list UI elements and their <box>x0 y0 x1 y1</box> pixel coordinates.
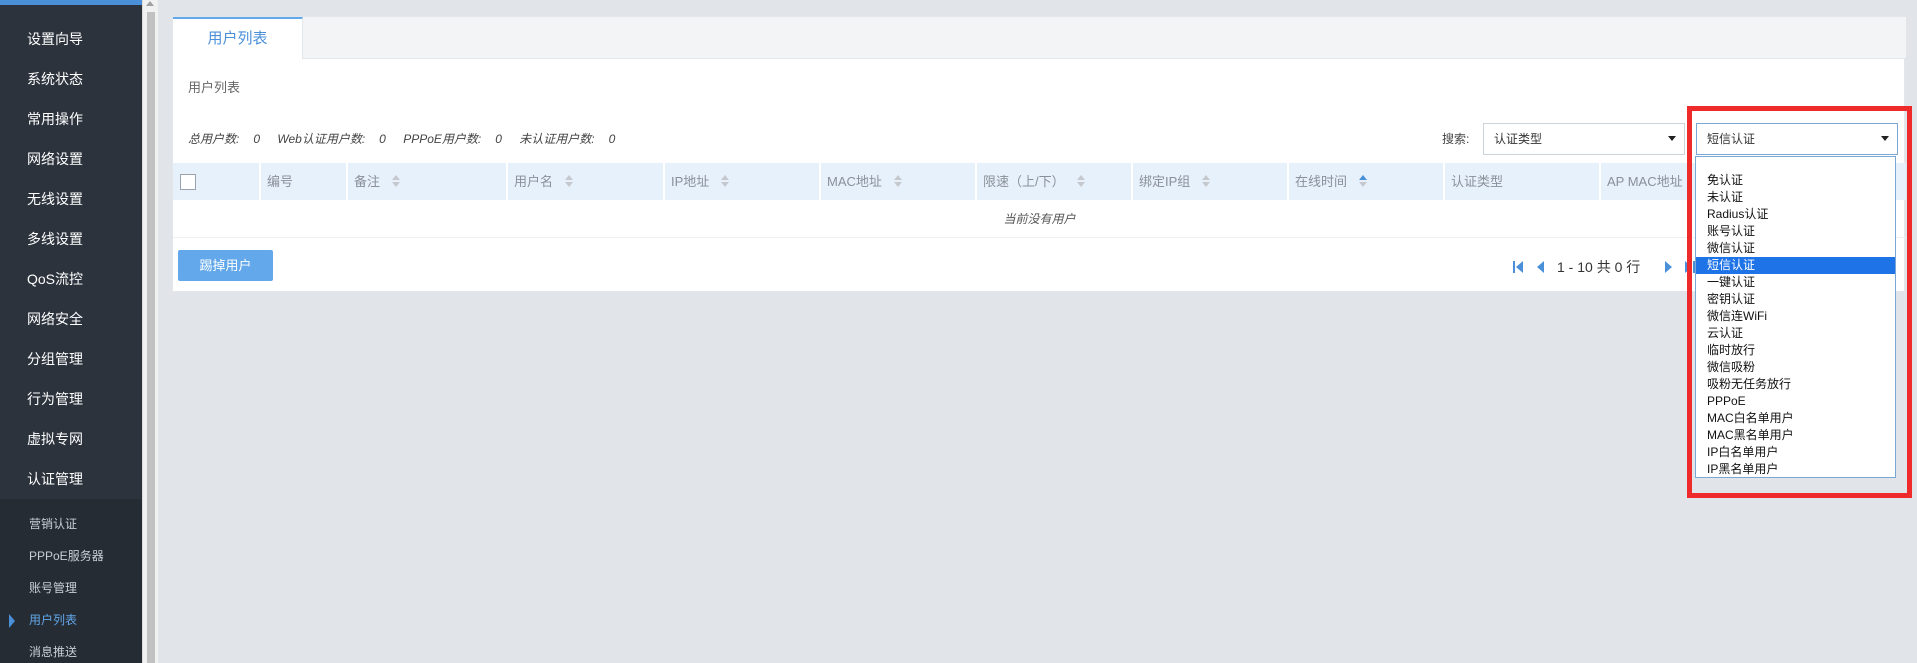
active-indicator-icon <box>9 614 15 628</box>
auth-type-dropdown-list: 免认证 未认证 Radius认证 账号认证 微信认证 短信认证 一键认证 密钥认… <box>1695 156 1896 478</box>
sort-icon <box>893 175 902 187</box>
sidebar-subnav: 营销认证 PPPoE服务器 账号管理 用户列表 消息推送 <box>0 499 142 663</box>
stat-pppoe-value: 0 <box>495 132 502 146</box>
user-list-panel: 用户列表 用户列表 总用户数: 0 Web认证用户数: 0 PPPoE用户数: 0 未… <box>172 16 1906 292</box>
tab-strip: 用户列表 <box>173 17 1906 59</box>
column-header-label: IP地址 <box>671 174 710 189</box>
column-header-id[interactable]: 编号 <box>261 163 348 200</box>
column-header-label: MAC地址 <box>827 174 882 189</box>
empty-table-message: 当前没有用户 <box>173 200 1906 238</box>
dropdown-option[interactable]: 账号认证 <box>1696 223 1895 240</box>
column-header-mac[interactable]: MAC地址 <box>821 163 977 200</box>
search-value-select-value: 短信认证 <box>1707 132 1756 146</box>
dropdown-option[interactable]: 未认证 <box>1696 189 1895 206</box>
column-header-rate-limit[interactable]: 限速（上/下） <box>977 163 1133 200</box>
column-header-label: 限速（上/下） <box>983 174 1065 189</box>
dropdown-option[interactable]: 吸粉无任务放行 <box>1696 376 1895 393</box>
sidebar-item-qos[interactable]: QoS流控 <box>0 259 142 299</box>
dropdown-option[interactable]: 微信认证 <box>1696 240 1895 257</box>
dropdown-option[interactable]: 微信吸粉 <box>1696 359 1895 376</box>
stat-total-value: 0 <box>253 132 261 146</box>
sort-icon <box>721 175 730 187</box>
sidebar: 设置向导 系统状态 常用操作 网络设置 无线设置 多线设置 QoS流控 网络安全… <box>0 0 142 663</box>
subnav-item-label: 用户列表 <box>29 613 78 627</box>
sidebar-item-wireless-settings[interactable]: 无线设置 <box>0 179 142 219</box>
table-header: 编号 备注 用户名 IP地址 MAC地址 限速（上/下） 绑定IP组 在线时间 … <box>173 163 1906 200</box>
next-page-icon[interactable] <box>1663 261 1675 273</box>
column-header-label: 在线时间 <box>1295 174 1348 189</box>
sort-icon <box>392 175 401 187</box>
sidebar-item-network-settings[interactable]: 网络设置 <box>0 139 142 179</box>
stat-unauth-label: 未认证用户数: <box>519 132 595 146</box>
stat-web-label: Web认证用户数: <box>277 132 366 146</box>
dropdown-option[interactable]: 临时放行 <box>1696 342 1895 359</box>
section-title: 用户列表 <box>188 80 241 95</box>
sidebar-item-auth-management[interactable]: 认证管理 <box>0 459 142 499</box>
sidebar-item-setup-wizard[interactable]: 设置向导 <box>0 19 142 59</box>
dropdown-option[interactable]: MAC白名单用户 <box>1696 410 1895 427</box>
subnav-item-pppoe-server[interactable]: PPPoE服务器 <box>0 540 142 572</box>
user-stats: 总用户数: 0 Web认证用户数: 0 PPPoE用户数: 0 未认证用户数: 0 <box>188 130 629 147</box>
column-select-all <box>173 163 261 200</box>
sidebar-item-behavior-management[interactable]: 行为管理 <box>0 379 142 419</box>
search-value-select[interactable]: 短信认证 <box>1696 123 1898 155</box>
column-header-auth-type[interactable]: 认证类型 <box>1445 163 1601 200</box>
column-header-label: AP MAC地址 <box>1607 174 1683 189</box>
dropdown-option[interactable]: PPPoE <box>1696 393 1895 410</box>
column-header-ip[interactable]: IP地址 <box>665 163 821 200</box>
search-label: 搜索: <box>1442 132 1470 146</box>
dropdown-option[interactable]: 密钥认证 <box>1696 291 1895 308</box>
column-header-label: 用户名 <box>514 174 554 189</box>
dropdown-option[interactable]: Radius认证 <box>1696 206 1895 223</box>
dropdown-option[interactable]: IP黑名单用户 <box>1696 461 1895 478</box>
page-info: 1 - 10 共 0 行 <box>1557 259 1641 275</box>
sidebar-accent-line <box>0 0 142 5</box>
chevron-down-icon <box>1881 136 1889 141</box>
stat-total-label: 总用户数: <box>188 132 240 146</box>
scroll-up-arrow-icon[interactable] <box>146 1 154 6</box>
dropdown-option[interactable]: 免认证 <box>1696 172 1895 189</box>
subnav-item-message-push[interactable]: 消息推送 <box>0 636 142 663</box>
column-header-bound-ip-group[interactable]: 绑定IP组 <box>1133 163 1289 200</box>
column-header-label: 编号 <box>267 174 294 189</box>
stat-pppoe-label: PPPoE用户数: <box>403 132 482 146</box>
chevron-down-icon <box>1668 136 1676 141</box>
dropdown-option[interactable]: 云认证 <box>1696 325 1895 342</box>
dropdown-option-selected[interactable]: 短信认证 <box>1696 257 1895 274</box>
sort-ascending-icon <box>1359 175 1368 187</box>
column-header-remark[interactable]: 备注 <box>348 163 508 200</box>
subnav-item-user-list[interactable]: 用户列表 <box>0 604 142 636</box>
dropdown-option[interactable]: IP白名单用户 <box>1696 444 1895 461</box>
subnav-item-marketing-auth[interactable]: 营销认证 <box>0 508 142 540</box>
sidebar-scrollbar-thumb[interactable] <box>147 12 155 663</box>
search-field-select[interactable]: 认证类型 <box>1483 123 1685 155</box>
kick-user-button[interactable]: 踢掉用户 <box>178 250 273 281</box>
column-header-label: 备注 <box>354 174 381 189</box>
sidebar-item-common-operations[interactable]: 常用操作 <box>0 99 142 139</box>
select-all-checkbox[interactable] <box>180 174 196 190</box>
stat-unauth-value: 0 <box>608 132 616 146</box>
dropdown-option[interactable]: 一键认证 <box>1696 274 1895 291</box>
sidebar-item-multiline-settings[interactable]: 多线设置 <box>0 219 142 259</box>
sort-icon <box>565 175 574 187</box>
sort-icon <box>1076 175 1085 187</box>
column-header-label: 认证类型 <box>1451 174 1504 189</box>
previous-page-icon[interactable] <box>1535 261 1547 273</box>
dropdown-option[interactable]: 微信连WiFi <box>1696 308 1895 325</box>
sidebar-item-group-management[interactable]: 分组管理 <box>0 339 142 379</box>
sidebar-item-system-status[interactable]: 系统状态 <box>0 59 142 99</box>
sidebar-item-vpn[interactable]: 虚拟专网 <box>0 419 142 459</box>
tab-user-list[interactable]: 用户列表 <box>173 17 303 59</box>
sort-icon <box>1202 175 1211 187</box>
column-header-online-time[interactable]: 在线时间 <box>1289 163 1445 200</box>
column-header-username[interactable]: 用户名 <box>508 163 665 200</box>
stat-web-value: 0 <box>379 132 386 146</box>
search-field-select-value: 认证类型 <box>1494 132 1543 146</box>
dropdown-option[interactable]: MAC黑名单用户 <box>1696 427 1895 444</box>
subnav-item-account-management[interactable]: 账号管理 <box>0 572 142 604</box>
first-page-icon[interactable] <box>1513 261 1525 273</box>
sidebar-item-network-security[interactable]: 网络安全 <box>0 299 142 339</box>
column-header-label: 绑定IP组 <box>1139 174 1191 189</box>
